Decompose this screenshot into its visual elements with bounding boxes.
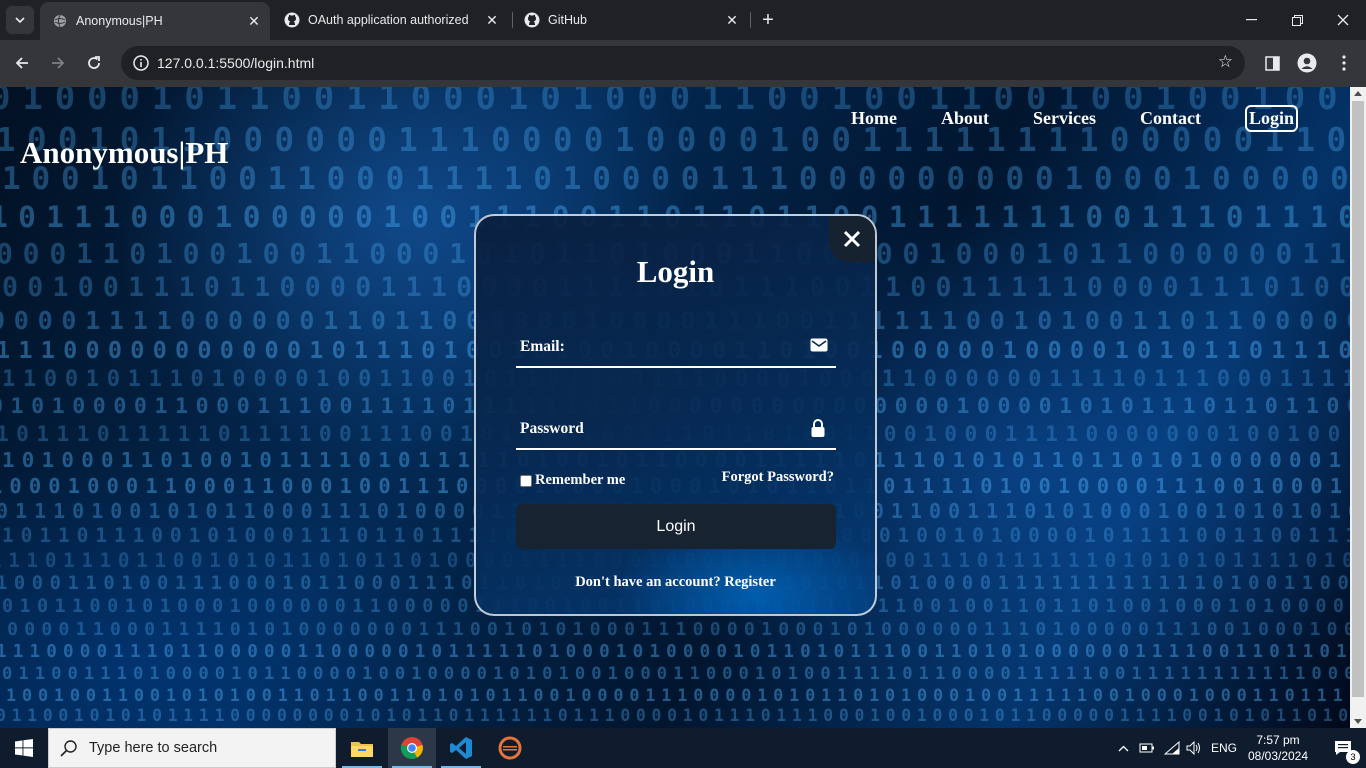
scrollbar-thumb[interactable] — [1352, 101, 1364, 697]
tab-title: GitHub — [548, 13, 587, 27]
bookmark-star-icon[interactable]: ☆ — [1218, 52, 1233, 72]
lock-icon — [810, 419, 828, 437]
chrome-icon[interactable] — [388, 728, 436, 768]
nav-services[interactable]: Services — [1033, 108, 1096, 129]
tab-title: OAuth application authorized — [308, 13, 469, 27]
search-icon — [49, 739, 89, 757]
login-submit-button[interactable]: Login — [516, 504, 836, 549]
notification-count-badge: 3 — [1346, 750, 1360, 764]
url-text[interactable]: 127.0.0.1:5500/login.html — [157, 55, 314, 71]
windows-taskbar: Type here to search ENG 7:57 pm 08/03/20… — [0, 728, 1366, 768]
tab-github[interactable]: GitHub ✕ — [512, 0, 748, 40]
close-tab-icon[interactable]: ✕ — [722, 10, 742, 30]
kebab-menu-icon[interactable] — [1331, 50, 1357, 76]
main-nav: Home About Services Contact Login — [807, 105, 1298, 132]
scroll-up-arrow-icon[interactable] — [1354, 91, 1362, 96]
back-arrow-icon[interactable] — [7, 48, 37, 78]
tab-search-button[interactable] — [6, 6, 34, 34]
address-bar[interactable]: 127.0.0.1:5500/login.html ☆ — [121, 46, 1245, 80]
tab-anonymous-ph[interactable]: Anonymous|PH ✕ — [40, 2, 270, 40]
close-tab-icon[interactable]: ✕ — [482, 10, 502, 30]
register-link[interactable]: Register — [724, 574, 776, 590]
email-field[interactable]: Email: — [516, 328, 836, 368]
file-explorer-icon[interactable] — [338, 728, 386, 768]
tab-title: Anonymous|PH — [76, 14, 163, 28]
remember-me-checkbox[interactable] — [520, 474, 532, 487]
github-icon — [524, 12, 540, 28]
close-tab-icon[interactable]: ✕ — [244, 11, 264, 31]
reload-icon[interactable] — [79, 48, 109, 78]
volume-icon[interactable] — [1183, 728, 1205, 768]
remember-me-label: Remember me — [535, 472, 626, 488]
login-modal: Login Email: Password Remember me Forgot… — [474, 214, 877, 616]
remember-me[interactable]: Remember me — [520, 472, 625, 489]
profile-avatar-icon[interactable] — [1294, 50, 1320, 76]
restore-icon[interactable] — [1274, 0, 1320, 40]
site-info-icon[interactable] — [129, 51, 153, 75]
side-panel-icon[interactable] — [1259, 50, 1285, 76]
nav-login[interactable]: Login — [1244, 105, 1298, 132]
windows-start-icon[interactable] — [0, 728, 48, 768]
taskbar-clock[interactable]: 7:57 pm 08/03/2024 — [1240, 732, 1316, 764]
eclipse-icon[interactable] — [486, 728, 534, 768]
new-tab-plus-icon[interactable]: + — [756, 8, 780, 32]
password-field[interactable]: Password — [516, 410, 836, 450]
chevron-up-icon[interactable] — [1112, 728, 1134, 768]
email-label: Email: — [520, 338, 565, 355]
browser-tab-bar: Anonymous|PH ✕ OAuth application authori… — [0, 0, 1366, 40]
battery-icon[interactable] — [1136, 728, 1158, 768]
password-label: Password — [520, 420, 584, 437]
taskbar-search-box[interactable]: Type here to search — [48, 728, 336, 768]
mail-icon — [810, 337, 828, 355]
scroll-down-arrow-icon[interactable] — [1354, 719, 1362, 724]
forward-arrow-icon[interactable] — [43, 48, 73, 78]
page-scrollbar[interactable] — [1350, 87, 1366, 728]
language-indicator[interactable]: ENG — [1207, 728, 1241, 768]
tab-oauth[interactable]: OAuth application authorized ✕ — [272, 0, 508, 40]
globe-icon — [52, 13, 68, 29]
forgot-password-link[interactable]: Forgot Password? — [722, 469, 834, 486]
vscode-icon[interactable] — [437, 728, 485, 768]
close-window-icon[interactable] — [1320, 0, 1366, 40]
nav-about[interactable]: About — [941, 108, 989, 129]
browser-toolbar: 127.0.0.1:5500/login.html ☆ — [0, 40, 1366, 87]
search-placeholder: Type here to search — [89, 740, 218, 756]
github-icon — [284, 12, 300, 28]
notification-center-icon[interactable]: 3 — [1320, 728, 1366, 768]
tab-separator — [750, 12, 751, 28]
chevron-down-icon — [15, 16, 25, 23]
network-icon[interactable] — [1161, 728, 1183, 768]
register-prompt-text: Don't have an account? — [575, 574, 721, 590]
nav-contact[interactable]: Contact — [1140, 108, 1201, 129]
page-viewport: 0100010110011000101000110010011001001001… — [0, 87, 1350, 728]
nav-home[interactable]: Home — [851, 108, 897, 129]
clock-time: 7:57 pm — [1256, 733, 1300, 747]
clock-date: 08/03/2024 — [1247, 749, 1309, 763]
register-prompt: Don't have an account? Register — [476, 574, 875, 591]
modal-title: Login — [636, 254, 715, 289]
site-logo[interactable]: Anonymous|PH — [20, 135, 228, 171]
minimize-icon[interactable] — [1228, 0, 1274, 40]
